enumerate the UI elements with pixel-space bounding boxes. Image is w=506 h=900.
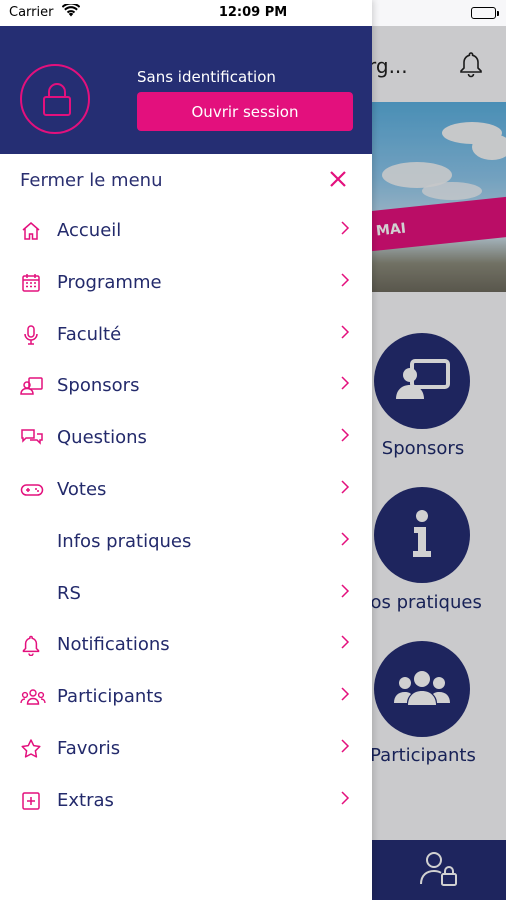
chevron-right-icon [340, 738, 350, 758]
microphone-icon [20, 324, 42, 346]
menu-item-label: Accueil [57, 220, 122, 241]
menu-item-label: Sponsors [57, 375, 140, 397]
menu-item-label: RS [57, 582, 81, 604]
menu-item-participants[interactable]: Participants [0, 672, 372, 724]
menu-item-votes[interactable]: Votes [0, 465, 372, 517]
drawer-header: Sans identification Ouvrir session [0, 26, 372, 154]
gamepad-icon [20, 479, 44, 501]
menu-item-label: Infos pratiques [57, 530, 192, 552]
menu-item-questions[interactable]: Questions [0, 413, 372, 465]
menu-item-infos-pratiques[interactable]: Infos pratiques [0, 517, 372, 569]
status-bar: Carrier 12:09 PM [0, 0, 506, 26]
chevron-right-icon [340, 531, 350, 551]
menu-item-rs[interactable]: RS [0, 569, 372, 621]
lock-icon [43, 83, 71, 116]
plus-square-icon [20, 790, 42, 812]
battery-icon [471, 7, 499, 19]
menu-item-extras[interactable]: Extras [0, 776, 372, 828]
menu-item-faculte[interactable]: Faculté [0, 310, 372, 362]
login-button[interactable]: Ouvrir session [137, 92, 353, 131]
overlay-dim[interactable] [372, 26, 506, 900]
menu-item-label: Favoris [57, 737, 121, 759]
chevron-right-icon [340, 220, 350, 240]
menu-item-label: Faculté [57, 323, 122, 345]
background-app: rg... MAI Sponsors fos pratiques [372, 0, 506, 900]
chevron-right-icon [340, 272, 350, 292]
menu-item-label: Questions [57, 427, 147, 449]
chevron-right-icon [340, 583, 350, 603]
menu-item-label: Notifications [57, 634, 170, 656]
auth-status: Sans identification [137, 68, 276, 86]
menu-item-accueil[interactable]: Accueil [0, 206, 372, 258]
bell-icon [20, 634, 42, 657]
star-icon [20, 738, 42, 760]
chat-icon [20, 427, 43, 449]
chevron-right-icon [340, 634, 350, 654]
group-icon [20, 686, 46, 708]
menu-item-label: Extras [57, 789, 114, 811]
profile-avatar [20, 64, 90, 134]
menu-item-label: Votes [57, 478, 107, 500]
menu-item-label: Participants [57, 686, 163, 708]
chevron-right-icon [340, 375, 350, 395]
close-menu-label: Fermer le menu [20, 170, 163, 191]
menu-item-programme[interactable]: Programme [0, 258, 372, 310]
chevron-right-icon [340, 686, 350, 706]
menu-item-notifications[interactable]: Notifications [0, 620, 372, 672]
chevron-right-icon [340, 427, 350, 447]
menu-item-favoris[interactable]: Favoris [0, 724, 372, 776]
menu-list: Accueil Programme Faculté Sponsors Quest… [0, 206, 372, 828]
menu-item-label: Programme [57, 271, 162, 293]
calendar-icon [20, 272, 42, 294]
close-menu-row[interactable]: Fermer le menu [0, 160, 372, 200]
close-icon[interactable] [328, 169, 348, 193]
home-icon [20, 220, 42, 242]
presentation-icon [20, 375, 43, 397]
chevron-right-icon [340, 324, 350, 344]
menu-item-sponsors[interactable]: Sponsors [0, 361, 372, 413]
chevron-right-icon [340, 790, 350, 810]
side-menu: Sans identification Ouvrir session Ferme… [0, 0, 372, 900]
chevron-right-icon [340, 479, 350, 499]
clock: 12:09 PM [218, 5, 288, 20]
